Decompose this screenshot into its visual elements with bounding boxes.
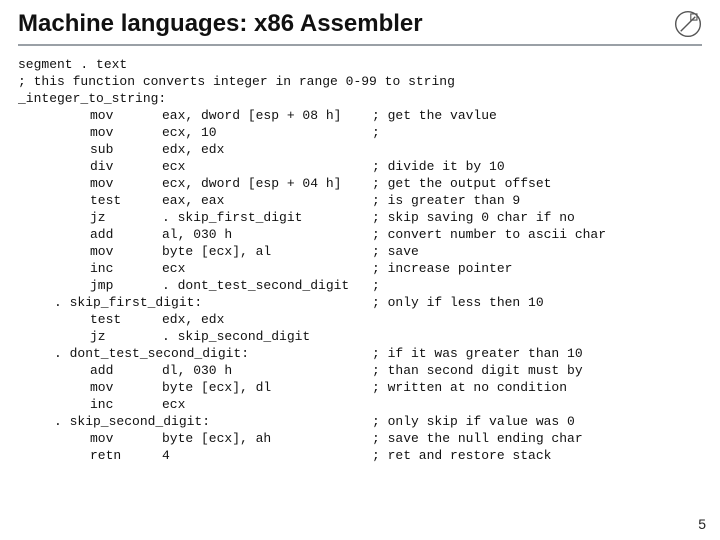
page-number: 5	[698, 516, 706, 532]
code-line: divecx; divide it by 10	[18, 158, 702, 175]
code-line: adddl, 030 h; than second digit must by	[18, 362, 702, 379]
institution-logo-icon	[674, 10, 702, 38]
code-label: . skip_first_digit:; only if less then 1…	[18, 294, 702, 311]
code-line: testeax, eax; is greater than 9	[18, 192, 702, 209]
code-comment: ; this function converts integer in rang…	[18, 73, 702, 90]
code-line: incecx; increase pointer	[18, 260, 702, 277]
code-line: movbyte [ecx], dl; written at no conditi…	[18, 379, 702, 396]
code-line: moveax, dword [esp + 08 h]; get the vavl…	[18, 107, 702, 124]
title-divider	[18, 44, 702, 46]
code-line: retn4; ret and restore stack	[18, 447, 702, 464]
code-line: jz. skip_first_digit; skip saving 0 char…	[18, 209, 702, 226]
code-label: . skip_second_digit:; only skip if value…	[18, 413, 702, 430]
code-line: addal, 030 h; convert number to ascii ch…	[18, 226, 702, 243]
segment-directive: segment . text	[18, 56, 702, 73]
slide: Machine languages: x86 Assembler segment…	[0, 0, 720, 540]
code-line: jz. skip_second_digit	[18, 328, 702, 345]
code-line: testedx, edx	[18, 311, 702, 328]
code-line: movecx, dword [esp + 04 h]; get the outp…	[18, 175, 702, 192]
code-line: movbyte [ecx], al; save	[18, 243, 702, 260]
code-label: . dont_test_second_digit:; if it was gre…	[18, 345, 702, 362]
code-line: jmp. dont_test_second_digit;	[18, 277, 702, 294]
slide-title: Machine languages: x86 Assembler	[18, 10, 702, 42]
code-line: movbyte [ecx], ah; save the null ending …	[18, 430, 702, 447]
code-line: movecx, 10;	[18, 124, 702, 141]
code-line: subedx, edx	[18, 141, 702, 158]
code-label: _integer_to_string:	[18, 90, 702, 107]
code-block: ; this function converts integer in rang…	[18, 73, 702, 464]
code-line: incecx	[18, 396, 702, 413]
